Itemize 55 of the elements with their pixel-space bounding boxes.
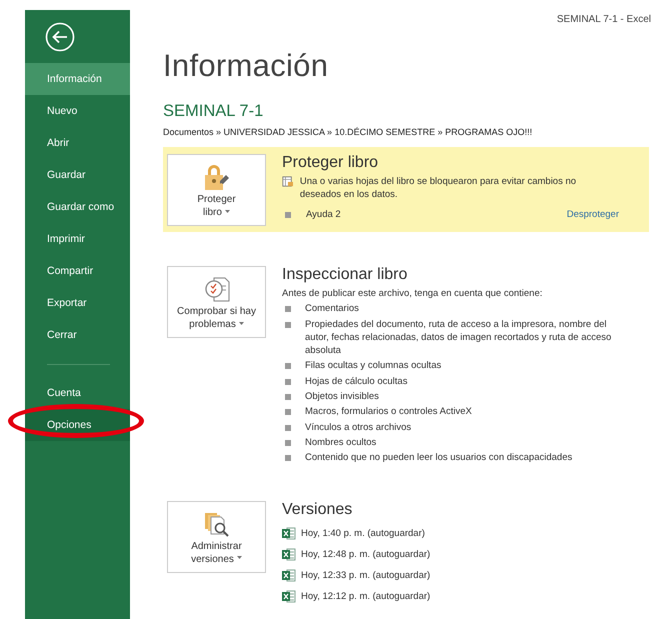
list-item-text: Vínculos a otros archivos	[305, 420, 412, 434]
sidebar-item[interactable]: Guardar	[25, 159, 130, 191]
bullet-icon	[285, 212, 291, 218]
sidebar-item[interactable]: Imprimir	[25, 223, 130, 255]
sidebar-item[interactable]: Información	[25, 63, 130, 95]
version-link[interactable]: Hoy, 12:33 p. m. (autoguardar)	[301, 570, 430, 581]
list-item-text: Macros, formularios o controles ActiveX	[305, 405, 472, 419]
sidebar-item[interactable]: Nuevo	[25, 95, 130, 127]
sidebar-item[interactable]: Cuenta	[25, 377, 130, 409]
sidebar-item[interactable]: Abrir	[25, 127, 130, 159]
list-item-text: Hojas de cálculo ocultas	[305, 374, 408, 388]
dropdown-button[interactable]: Proteger libro	[167, 154, 266, 226]
excel-file-icon	[282, 548, 296, 561]
dropdown-button[interactable]: Administrar versiones	[167, 500, 266, 573]
caret-icon	[224, 210, 230, 213]
sidebar-item[interactable]: Guardar como	[25, 191, 130, 223]
caret-icon	[236, 556, 242, 560]
file-path: Documentos » UNIVERSIDAD JESSICA » 10.DÉCIMO SEMESTRE » PROGRAMAS OJO!!!	[163, 127, 534, 137]
version-link[interactable]: Hoy, 12:48 p. m. (autoguardar)	[301, 548, 430, 560]
bullet-icon	[285, 322, 291, 328]
sidebar-item[interactable]: Exportar	[25, 287, 130, 319]
version-link[interactable]: Hoy, 12:12 p. m. (autoguardar)	[301, 590, 430, 602]
excel-file-icon	[282, 526, 296, 540]
description-text: Una o varias hojas del libro se bloquearon para evitar cambios no deseados en los datos.	[300, 175, 578, 202]
version-link[interactable]: Hoy, 1:40 p. m. (autoguardar)	[301, 528, 425, 539]
list-item-text: Nombres ocultos	[305, 436, 376, 450]
bullet-icon	[285, 306, 291, 312]
bullet-icon	[285, 440, 291, 446]
sidebar-item[interactable]: Compartir	[25, 255, 130, 287]
bullet-icon	[285, 409, 291, 416]
bullet-icon	[285, 378, 291, 385]
section-heading: Versiones	[282, 500, 354, 519]
list-item-text: Propiedades del documento, ruta de acceso a la impresora, nombre del autor, fechas relacionadas, datos de imagen recortados y ruta de acceso absoluta	[305, 318, 612, 358]
section-heading: Proteger libro	[282, 154, 380, 172]
dropdown-button[interactable]: Comprobar si hay problemas	[167, 266, 266, 338]
list-item-text: Ayuda 2	[306, 208, 341, 221]
caret-icon	[238, 322, 244, 325]
list-item-text: Filas ocultas y columnas ocultas	[305, 359, 442, 373]
bullet-icon	[285, 394, 291, 400]
page-title: Información	[163, 48, 330, 84]
list-item-text: Objetos invisibles	[305, 390, 379, 404]
sidebar-item[interactable]: Cerrar	[25, 319, 130, 351]
sheet-lock-icon	[282, 175, 294, 188]
bullet-icon	[285, 363, 291, 370]
window-title: SEMINAL 7-1 - Excel	[556, 14, 651, 25]
description-text: Antes de publicar este archivo, tenga en cuenta que contiene:	[282, 287, 544, 300]
list-item-text: Contenido que no pueden leer los usuarios con discapacidades	[305, 451, 572, 465]
excel-file-icon	[282, 568, 296, 582]
unprotect-link[interactable]: Desproteger	[566, 208, 619, 221]
section-heading: Inspeccionar libro	[282, 266, 408, 284]
file-name: SEMINAL 7-1	[163, 102, 264, 121]
excel-file-icon	[282, 590, 296, 603]
bullet-icon	[285, 424, 291, 431]
list-item-text: Comentarios	[305, 302, 359, 316]
bullet-icon	[285, 455, 291, 462]
